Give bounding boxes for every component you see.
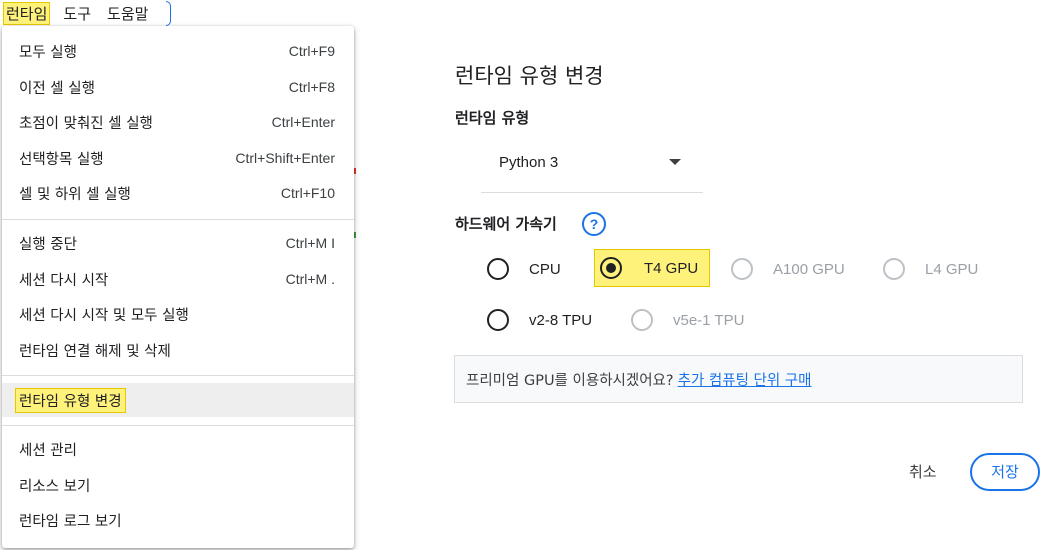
menubar-focus-outline (166, 1, 171, 26)
menu-item-label: 셀 및 하위 셀 실행 (19, 186, 131, 203)
menu-item-view-resources[interactable]: 리소스 보기 (2, 468, 354, 502)
menu-item-manage-sessions[interactable]: 세션 관리 (2, 432, 354, 466)
menu-item-label: 선택항목 실행 (19, 151, 104, 168)
menu-item-shortcut: Ctrl+M . (285, 271, 335, 287)
menu-item-label: 런타임 유형 변경 (15, 387, 126, 413)
cancel-button[interactable]: 취소 (909, 461, 937, 482)
menu-item-change-runtime-type[interactable]: 런타임 유형 변경 (2, 383, 354, 417)
menu-item-run-all[interactable]: 모두 실행 Ctrl+F9 (2, 34, 354, 68)
background-mark (354, 232, 356, 238)
radio-label: v2-8 TPU (529, 311, 593, 329)
radio-unchecked-icon (487, 309, 509, 331)
menu-item-restart-and-run-all[interactable]: 세션 다시 시작 및 모두 실행 (2, 297, 354, 331)
radio-cpu[interactable]: CPU (487, 256, 561, 282)
menu-item-shortcut: Ctrl+Shift+Enter (235, 150, 335, 166)
menu-item-run-selection[interactable]: 선택항목 실행 Ctrl+Shift+Enter (2, 141, 354, 175)
radio-label: T4 GPU (644, 259, 699, 277)
radio-unchecked-icon (883, 258, 905, 280)
menu-item-disconnect-delete[interactable]: 런타임 연결 해제 및 삭제 (2, 333, 354, 367)
menu-item-label: 실행 중단 (19, 236, 77, 253)
menu-item-label: 리소스 보기 (19, 478, 91, 495)
radio-label: A100 GPU (773, 260, 845, 278)
menu-item-label: 세션 관리 (19, 442, 77, 459)
radio-t4-gpu[interactable]: T4 GPU (594, 249, 711, 287)
menu-help[interactable]: 도움말 (104, 2, 151, 25)
radio-label: v5e-1 TPU (673, 311, 745, 329)
menu-runtime[interactable]: 런타임 (3, 1, 51, 25)
radio-label: L4 GPU (925, 260, 979, 278)
radio-checked-icon (600, 257, 622, 279)
radio-v2-8-tpu[interactable]: v2-8 TPU (487, 307, 592, 333)
runtime-type-value: Python 3 (499, 154, 559, 171)
menu-item-shortcut: Ctrl+F8 (288, 79, 335, 95)
hardware-accelerator-label: 하드웨어 가속기 (455, 215, 557, 233)
radio-label: CPU (529, 260, 561, 278)
menu-divider (2, 219, 354, 220)
menu-item-run-before[interactable]: 이전 셀 실행 Ctrl+F8 (2, 70, 354, 104)
runtime-type-label: 런타임 유형 (455, 109, 530, 127)
menu-divider (2, 375, 354, 376)
menu-item-label: 이전 셀 실행 (19, 80, 95, 97)
menubar: 런타임 도구 도움말 (0, 0, 161, 26)
radio-unchecked-icon (487, 258, 509, 280)
menu-item-run-focused-cell[interactable]: 초점이 맞춰진 셀 실행 Ctrl+Enter (2, 105, 354, 139)
dialog-title: 런타임 유형 변경 (455, 64, 604, 88)
radio-unchecked-icon (731, 258, 753, 280)
runtime-type-select[interactable]: Python 3 (481, 144, 703, 193)
menu-item-label: 세션 다시 시작 (19, 272, 109, 289)
notice-text: 프리미엄 GPU를 이용하시겠어요? (466, 372, 674, 389)
radio-l4-gpu: L4 GPU (883, 256, 978, 282)
menu-item-label: 모두 실행 (19, 44, 77, 61)
menu-item-run-after[interactable]: 셀 및 하위 셀 실행 Ctrl+F10 (2, 176, 354, 210)
menu-item-label: 런타임 연결 해제 및 삭제 (19, 343, 171, 360)
save-button[interactable]: 저장 (970, 453, 1040, 491)
menu-item-restart-session[interactable]: 세션 다시 시작 Ctrl+M . (2, 262, 354, 296)
menu-item-shortcut: Ctrl+F10 (280, 185, 335, 201)
menu-divider (2, 425, 354, 426)
menu-item-view-runtime-logs[interactable]: 런타임 로그 보기 (2, 503, 354, 537)
background-mark (354, 168, 356, 174)
premium-gpu-notice: 프리미엄 GPU를 이용하시겠어요? 추가 컴퓨팅 단위 구매 (454, 355, 1023, 403)
help-icon[interactable]: ? (582, 212, 606, 236)
menu-item-label: 런타임 로그 보기 (19, 513, 122, 530)
menu-tools[interactable]: 도구 (60, 2, 94, 25)
menu-item-shortcut: Ctrl+F9 (288, 43, 335, 59)
dropdown-arrow-icon (669, 159, 681, 165)
menu-item-label: 세션 다시 시작 및 모두 실행 (19, 307, 189, 324)
radio-a100-gpu: A100 GPU (731, 256, 845, 282)
radio-v5e-1-tpu: v5e-1 TPU (631, 307, 744, 333)
menu-item-shortcut: Ctrl+Enter (271, 114, 335, 130)
buy-compute-units-link[interactable]: 추가 컴퓨팅 단위 구매 (678, 369, 812, 390)
radio-unchecked-icon (631, 309, 653, 331)
menu-item-interrupt[interactable]: 실행 중단 Ctrl+M I (2, 226, 354, 260)
runtime-menu: 모두 실행 Ctrl+F9 이전 셀 실행 Ctrl+F8 초점이 맞춰진 셀 … (2, 26, 354, 548)
menu-item-shortcut: Ctrl+M I (285, 235, 335, 251)
menu-item-label: 초점이 맞춰진 셀 실행 (19, 115, 153, 132)
